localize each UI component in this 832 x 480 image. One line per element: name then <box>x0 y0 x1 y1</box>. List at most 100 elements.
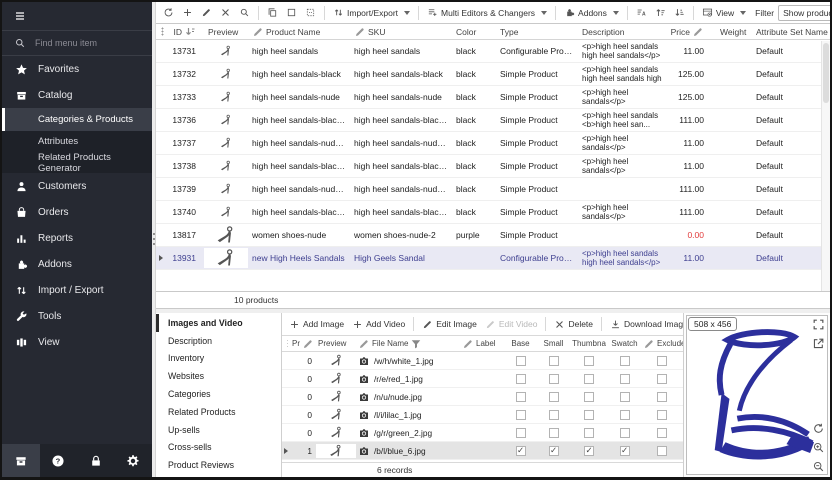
tab-images-and-video[interactable]: Images and Video <box>156 314 281 332</box>
column-header-swatch[interactable]: Swatch <box>608 339 641 348</box>
column-header-exclude[interactable]: Exclude <box>641 338 683 350</box>
grid-options-icon[interactable] <box>156 27 166 36</box>
column-header-price[interactable]: Price <box>668 26 716 38</box>
swatch-checkbox[interactable]: ✓ <box>608 446 641 456</box>
search-products-button[interactable] <box>236 5 253 20</box>
sidebar-item-categories-products[interactable]: Categories & Products <box>2 108 152 131</box>
small-checkbox[interactable] <box>537 356 570 366</box>
sidebar-item-orders[interactable]: Orders <box>2 199 152 225</box>
exclude-checkbox[interactable] <box>641 410 683 420</box>
table-row[interactable]: 13731 high heel sandals high heel sandal… <box>156 40 830 63</box>
thumbnail-checkbox[interactable] <box>570 356 608 366</box>
open-external-icon[interactable] <box>812 337 825 350</box>
sort-options-button[interactable] <box>633 5 650 20</box>
sidebar-item-tools[interactable]: Tools <box>2 303 152 329</box>
add-product-button[interactable] <box>179 5 196 20</box>
delete-image-button[interactable]: Delete <box>551 317 596 332</box>
column-header-product-name[interactable]: Product Name <box>248 26 350 38</box>
vertical-scrollbar[interactable] <box>821 41 830 291</box>
delete-product-button[interactable] <box>217 5 234 20</box>
copy-button[interactable] <box>264 5 281 20</box>
sidebar-item-reports[interactable]: Reports <box>2 225 152 251</box>
image-row[interactable]: 0 /n/u/nude.jpg <box>282 388 683 406</box>
column-header-description[interactable]: Description <box>578 27 668 37</box>
store-button[interactable] <box>2 444 40 477</box>
swatch-checkbox[interactable] <box>608 410 641 420</box>
sidebar-item-import-export[interactable]: Import / Export <box>2 277 152 303</box>
edit-video-button[interactable]: Edit Video <box>482 317 541 332</box>
sort-desc-button[interactable] <box>671 5 688 20</box>
zoom-out-icon[interactable] <box>812 460 825 473</box>
addons-menu-button[interactable]: Addons <box>561 5 622 20</box>
column-header-weight[interactable]: Weight <box>716 27 752 37</box>
image-row[interactable]: 0 /w/h/white_1.jpg <box>282 352 683 370</box>
refresh-button[interactable] <box>160 5 177 20</box>
small-checkbox[interactable] <box>537 410 570 420</box>
tab-up-sells[interactable]: Up-sells <box>156 421 281 439</box>
tab-inventory[interactable]: Inventory <box>156 350 281 368</box>
zoom-in-icon[interactable] <box>812 441 825 454</box>
base-checkbox[interactable]: ✓ <box>504 446 537 456</box>
sidebar-item-catalog[interactable]: Catalog <box>2 82 152 108</box>
table-row[interactable]: 13738 high heel sandals-black-37 high he… <box>156 155 830 178</box>
swatch-checkbox[interactable] <box>608 356 641 366</box>
column-header-base[interactable]: Base <box>504 339 537 348</box>
base-checkbox[interactable] <box>504 356 537 366</box>
exclude-checkbox[interactable] <box>641 446 683 456</box>
column-header-file-name[interactable]: File Name <box>356 338 460 350</box>
column-header-thumbnail[interactable]: Thumbna <box>570 339 608 348</box>
hamburger-menu-button[interactable] <box>2 2 152 30</box>
column-header-type[interactable]: Type <box>496 27 578 37</box>
multi-editors-menu-button[interactable]: Multi Editors & Changers <box>424 5 550 20</box>
column-header-label[interactable]: Label <box>460 338 504 350</box>
sort-asc-button[interactable] <box>652 5 669 20</box>
exclude-checkbox[interactable] <box>641 374 683 384</box>
thumbnail-checkbox[interactable]: ✓ <box>570 446 608 456</box>
settings-button[interactable] <box>115 444 153 477</box>
tab-categories[interactable]: Categories <box>156 385 281 403</box>
sidebar-item-customers[interactable]: Customers <box>2 173 152 199</box>
sidebar-item-view[interactable]: View <box>2 329 152 355</box>
fit-screen-icon[interactable] <box>812 318 825 331</box>
column-header-sku[interactable]: SKU <box>350 26 452 38</box>
sidebar-item-related-products-generator[interactable]: Related Products Generator <box>2 152 152 173</box>
exclude-checkbox[interactable] <box>641 428 683 438</box>
column-header-small[interactable]: Small <box>537 339 570 348</box>
add-video-button[interactable]: Add Video <box>349 317 408 332</box>
tab-related-products[interactable]: Related Products <box>156 403 281 421</box>
table-row[interactable]: 13737 high heel sandals-nude-36 high hee… <box>156 132 830 155</box>
column-header-preview[interactable]: Preview <box>316 339 356 348</box>
thumbnail-checkbox[interactable] <box>570 410 608 420</box>
thumbnail-checkbox[interactable] <box>570 374 608 384</box>
table-row[interactable]: 13736 high heel sandals-black-36 high he… <box>156 109 830 132</box>
column-header-preview[interactable]: Preview <box>204 27 248 37</box>
table-row-selected[interactable]: 13931 new High Heels Sandals High Geels … <box>156 247 830 270</box>
import-export-menu-button[interactable]: Import/Export <box>330 5 413 20</box>
image-row-selected[interactable]: 1 /b/l/blue_6.jpg ✓ ✓ ✓ ✓ <box>282 442 683 460</box>
base-checkbox[interactable] <box>504 410 537 420</box>
small-checkbox[interactable] <box>537 428 570 438</box>
base-checkbox[interactable] <box>504 374 537 384</box>
tab-description[interactable]: Description <box>156 332 281 350</box>
tab-product-reviews[interactable]: Product Reviews <box>156 456 281 474</box>
sidebar-item-favorites[interactable]: Favorites <box>2 56 152 82</box>
column-header-attribute-set[interactable]: Attribute Set Name <box>752 27 830 37</box>
small-checkbox[interactable] <box>537 374 570 384</box>
sidebar-item-attributes[interactable]: Attributes <box>2 131 152 152</box>
table-row[interactable]: 13817 women shoes-nude women shoes-nude-… <box>156 224 830 247</box>
table-row[interactable]: 13739 high heel sandals-nude-37 high hee… <box>156 178 830 201</box>
menu-search-input[interactable] <box>33 37 133 49</box>
swatch-checkbox[interactable] <box>608 374 641 384</box>
image-row[interactable]: 0 /l/i/lilac_1.jpg <box>282 406 683 424</box>
edit-product-button[interactable] <box>198 5 215 20</box>
grid-options-icon[interactable] <box>282 339 290 348</box>
small-checkbox[interactable]: ✓ <box>537 446 570 456</box>
table-row[interactable]: 13740 high heel sandals-black-38 high he… <box>156 201 830 224</box>
small-checkbox[interactable] <box>537 392 570 402</box>
category-filter-select[interactable]: Show products from selected categories <box>778 5 832 21</box>
edit-image-button[interactable]: Edit Image <box>419 317 480 332</box>
image-row[interactable]: 0 /g/r/green_2.jpg <box>282 424 683 442</box>
checkbox-mode-button[interactable] <box>283 5 300 20</box>
column-header-position[interactable]: Pr <box>290 338 316 350</box>
column-header-id[interactable]: ID <box>166 26 204 38</box>
